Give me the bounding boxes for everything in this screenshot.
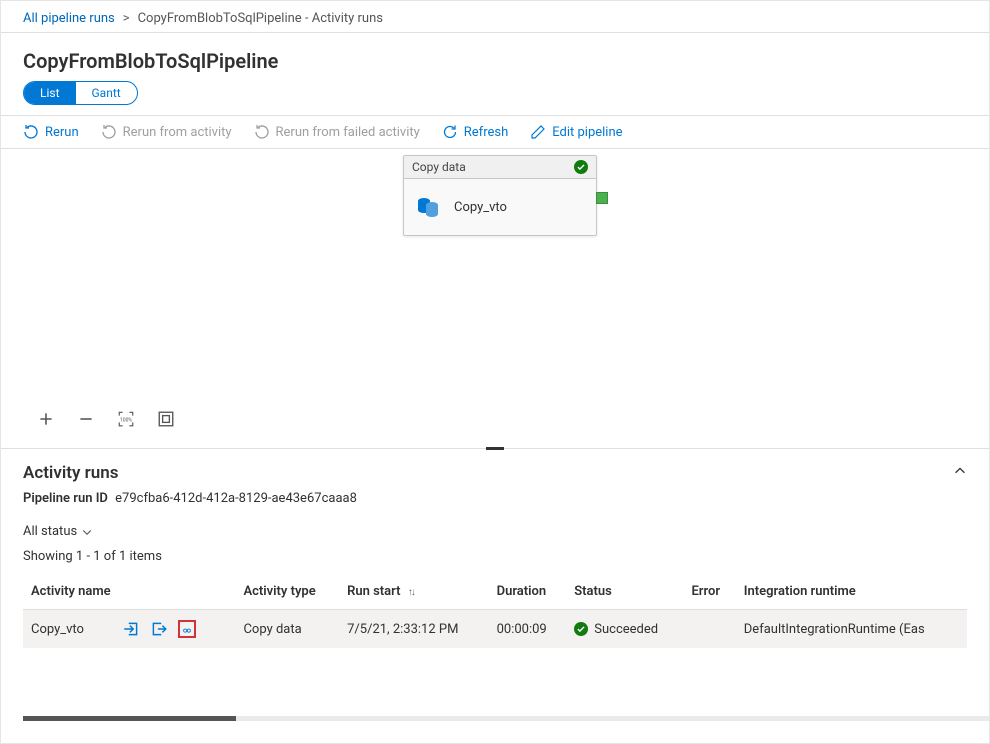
view-toggle-list[interactable]: List (24, 82, 76, 104)
refresh-label: Refresh (464, 125, 508, 140)
cell-run-start: 7/5/21, 2:33:12 PM (339, 610, 489, 649)
rerun-failed-icon (254, 124, 270, 140)
success-check-icon (574, 622, 588, 636)
activity-card[interactable]: Copy data Copy_vto (403, 155, 597, 236)
cell-runtime: DefaultIntegrationRuntime (Eas (736, 610, 967, 649)
breadcrumb-separator: > (123, 11, 130, 26)
rerun-activity-label: Rerun from activity (123, 125, 232, 140)
rerun-activity-icon (101, 124, 117, 140)
rerun-icon (23, 124, 39, 140)
section-title: Activity runs (23, 463, 119, 483)
refresh-button[interactable]: Refresh (442, 124, 508, 140)
splitter-handle[interactable] (486, 447, 504, 450)
details-glasses-button[interactable] (178, 620, 196, 638)
rerun-from-activity-button: Rerun from activity (101, 124, 232, 140)
chevron-up-icon (953, 464, 967, 478)
showing-count: Showing 1 - 1 of 1 items (23, 549, 967, 564)
activity-card-type: Copy data (412, 160, 466, 174)
cell-duration: 00:00:09 (489, 610, 567, 649)
cell-status: Succeeded (594, 622, 658, 637)
pipeline-canvas[interactable]: Copy data Copy_vto 100% (1, 149, 989, 449)
col-activity-name[interactable]: Activity name (23, 574, 235, 610)
pencil-icon (530, 124, 546, 140)
edit-pipeline-label: Edit pipeline (552, 125, 622, 140)
output-icon (150, 620, 168, 638)
run-id-label: Pipeline run ID (23, 491, 108, 506)
activity-runs-section: Activity runs Pipeline run ID e79cfba6-4… (1, 449, 989, 648)
rerun-button[interactable]: Rerun (23, 124, 79, 140)
zoom-fit-button[interactable] (157, 410, 175, 428)
col-status[interactable]: Status (566, 574, 683, 610)
view-toggle: List Gantt (23, 81, 138, 105)
edit-pipeline-button[interactable]: Edit pipeline (530, 124, 622, 140)
horizontal-scrollbar[interactable] (23, 716, 989, 721)
breadcrumb-current: CopyFromBlobToSqlPipeline - Activity run… (138, 11, 383, 26)
col-run-start-label: Run start (347, 584, 400, 599)
breadcrumb: All pipeline runs > CopyFromBlobToSqlPip… (1, 1, 989, 33)
col-duration[interactable]: Duration (489, 574, 567, 610)
cell-activity-name: Copy_vto (31, 622, 84, 637)
section-collapse-button[interactable] (953, 464, 967, 482)
pipeline-run-id-row: Pipeline run ID e79cfba6-412d-412a-8129-… (23, 491, 967, 506)
page-title: CopyFromBlobToSqlPipeline (1, 33, 989, 81)
refresh-icon (442, 124, 458, 140)
svg-text:100%: 100% (120, 417, 133, 423)
zoom-reset-button[interactable]: 100% (117, 410, 135, 428)
sort-icon: ↑↓ (408, 587, 414, 598)
activity-runs-table: Activity name Activity type Run start ↑↓… (23, 574, 967, 648)
output-details-button[interactable] (150, 620, 168, 638)
chevron-down-icon (81, 526, 93, 538)
rerun-failed-label: Rerun from failed activity (276, 125, 420, 140)
col-activity-type[interactable]: Activity type (235, 574, 339, 610)
rerun-label: Rerun (45, 125, 79, 140)
cell-error (683, 610, 735, 649)
input-details-button[interactable] (122, 620, 140, 638)
input-icon (122, 620, 140, 638)
success-check-icon (574, 160, 588, 174)
database-icon (416, 195, 440, 219)
activity-card-name: Copy_vto (454, 200, 507, 215)
table-row[interactable]: Copy_vto (23, 610, 967, 649)
activity-output-handle[interactable] (596, 192, 608, 204)
run-id-value: e79cfba6-412d-412a-8129-ae43e67caaa8 (115, 491, 357, 506)
view-toggle-gantt[interactable]: Gantt (76, 82, 137, 104)
zoom-controls: 100% (37, 410, 175, 428)
status-filter-label: All status (23, 524, 77, 539)
col-integration-runtime[interactable]: Integration runtime (736, 574, 967, 610)
toolbar: Rerun Rerun from activity Rerun from fai… (1, 115, 989, 149)
zoom-out-button[interactable] (77, 410, 95, 428)
zoom-in-button[interactable] (37, 410, 55, 428)
col-run-start[interactable]: Run start ↑↓ (339, 574, 489, 610)
cell-activity-type: Copy data (235, 610, 339, 649)
breadcrumb-root-link[interactable]: All pipeline runs (23, 11, 115, 26)
col-error[interactable]: Error (683, 574, 735, 610)
glasses-icon (182, 625, 192, 635)
rerun-from-failed-button: Rerun from failed activity (254, 124, 420, 140)
status-filter-dropdown[interactable]: All status (23, 524, 967, 539)
